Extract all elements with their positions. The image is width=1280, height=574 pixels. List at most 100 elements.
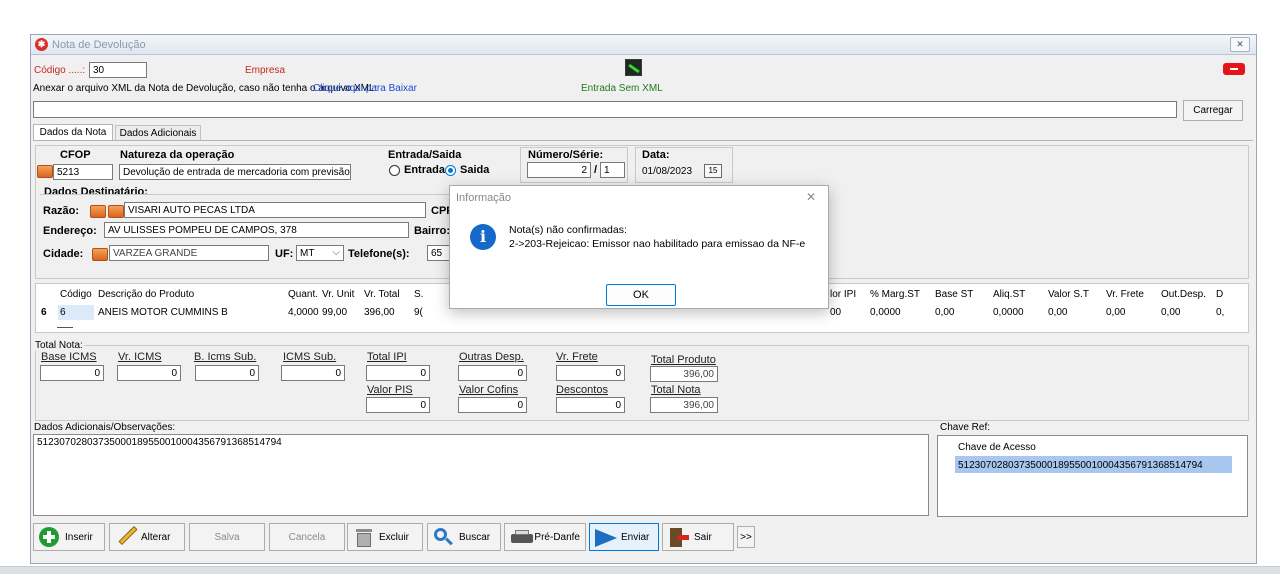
tab-dados-da-nota[interactable]: Dados da Nota	[33, 124, 113, 141]
serie-field[interactable]: 1	[600, 162, 625, 178]
cidade-lookup-icon[interactable]	[92, 248, 108, 261]
table-cell[interactable]: 0,0000	[993, 307, 1024, 318]
table-cell[interactable]: 00	[830, 307, 841, 318]
data-label: Data:	[642, 149, 670, 161]
valor-pis-field[interactable]: 0	[366, 397, 430, 413]
entrada-option-label[interactable]: Entrada	[404, 164, 445, 176]
entrada-sem-xml-icon[interactable]	[625, 59, 642, 76]
bairro-label: Bairro:	[414, 225, 451, 237]
carregar-button[interactable]: Carregar	[1183, 100, 1243, 121]
more-button[interactable]: >>	[737, 526, 755, 548]
endereco-label: Endereço:	[43, 225, 97, 237]
total-ipi-field[interactable]: 0	[366, 365, 430, 381]
exit-red-icon[interactable]	[1223, 63, 1245, 75]
natureza-field[interactable]: Devolução de entrada de mercadoria com p…	[119, 164, 351, 180]
table-cell[interactable]: 4,0000	[288, 307, 319, 318]
inserir-label: Inserir	[65, 531, 93, 543]
icms-sub-field[interactable]: 0	[281, 365, 345, 381]
chave-acesso-header[interactable]: Chave de Acesso	[958, 442, 1036, 453]
app-icon: ✱	[35, 38, 48, 51]
col-vr-frete[interactable]: Vr. Frete	[1106, 289, 1144, 300]
col-out-desp[interactable]: Out.Desp.	[1161, 289, 1206, 300]
base-icms-field[interactable]: 0	[40, 365, 104, 381]
razao-lookup-icon-2[interactable]	[108, 205, 124, 218]
valor-pis-label: Valor PIS	[367, 384, 413, 396]
salva-button[interactable]: Salva	[189, 523, 265, 551]
table-cell[interactable]: 0,00	[935, 307, 954, 318]
cfop-label: CFOP	[60, 149, 91, 161]
dialog-close-icon[interactable]: ✕	[806, 190, 816, 204]
col-codigo[interactable]: Código	[60, 289, 92, 300]
tab-strip-line	[33, 140, 1253, 141]
data-field[interactable]: 01/08/2023	[642, 166, 692, 177]
info-dialog: Informação ✕ i Nota(s) não confirmadas: …	[449, 185, 829, 309]
col-valor-st[interactable]: Valor S.T	[1048, 289, 1089, 300]
uf-select[interactable]: MT ⌵	[296, 245, 344, 261]
table-cell[interactable]: 99,00	[322, 307, 347, 318]
col-marg-st[interactable]: % Marg.ST	[870, 289, 920, 300]
col-d[interactable]: D	[1216, 289, 1223, 300]
numero-field[interactable]: 2	[527, 162, 591, 178]
table-cell[interactable]: 9(	[414, 307, 423, 318]
buscar-button[interactable]: Buscar	[427, 523, 501, 551]
b-icms-sub-label: B. Icms Sub.	[194, 351, 257, 363]
desktop-bottom	[0, 566, 1280, 574]
vr-icms-label: Vr. ICMS	[118, 351, 162, 363]
col-vr-unit[interactable]: Vr. Unit	[322, 289, 354, 300]
valor-cofins-field[interactable]: 0	[458, 397, 527, 413]
table-cell[interactable]: 0,00	[1161, 307, 1180, 318]
destinatario-section-label: Dados Destinatário:	[44, 186, 148, 198]
table-cell[interactable]: ANEIS MOTOR CUMMINS B	[98, 307, 228, 318]
descontos-field[interactable]: 0	[556, 397, 625, 413]
inserir-button[interactable]: Inserir	[33, 523, 105, 551]
window-close-button[interactable]: ✕	[1230, 37, 1250, 52]
saida-option-label[interactable]: Saida	[460, 164, 489, 176]
tab-dados-adicionais[interactable]: Dados Adicionais	[115, 125, 201, 141]
alterar-button[interactable]: Alterar	[109, 523, 185, 551]
plus-circle-icon	[39, 527, 61, 547]
table-cell[interactable]: 6	[60, 307, 66, 318]
endereco-field[interactable]: AV ULISSES POMPEU DE CAMPOS, 378	[104, 222, 409, 238]
table-cell[interactable]: 396,00	[364, 307, 395, 318]
col-valor-ipi[interactable]: lor IPI	[830, 289, 856, 300]
saida-radio[interactable]	[445, 165, 456, 176]
cfop-field[interactable]: 5213	[53, 164, 113, 180]
col-aliq-st[interactable]: Aliq.ST	[993, 289, 1025, 300]
excluir-button[interactable]: Excluir	[347, 523, 423, 551]
total-nota-label: Total Nota	[651, 384, 701, 396]
col-base-st[interactable]: Base ST	[935, 289, 973, 300]
outras-desp-field[interactable]: 0	[458, 365, 527, 381]
table-cell[interactable]: 0,0000	[870, 307, 901, 318]
col-quant[interactable]: Quant.	[288, 289, 318, 300]
col-s[interactable]: S.	[414, 289, 423, 300]
telefone-label: Telefone(s):	[348, 248, 410, 260]
cidade-label: Cidade:	[43, 248, 84, 260]
sair-button[interactable]: Sair	[662, 523, 734, 551]
table-cell[interactable]: 0,00	[1048, 307, 1067, 318]
cfop-lookup-icon[interactable]	[37, 165, 53, 178]
xml-path-field[interactable]	[33, 101, 1177, 118]
calendar-icon[interactable]: 15	[704, 164, 722, 178]
razao-field[interactable]: VISARI AUTO PECAS LTDA	[124, 202, 426, 218]
chave-acesso-value[interactable]: 5123070280373500018955001000435679136851…	[958, 460, 1203, 471]
entrada-radio[interactable]	[389, 165, 400, 176]
b-icms-sub-field[interactable]: 0	[195, 365, 259, 381]
table-cell[interactable]: 0,00	[1106, 307, 1125, 318]
dialog-title: Informação	[456, 192, 512, 204]
cancela-button[interactable]: Cancela	[269, 523, 345, 551]
pre-danfe-button[interactable]: Pré-Danfe	[504, 523, 586, 551]
entrada-sem-xml-label[interactable]: Entrada Sem XML	[581, 83, 663, 94]
razao-lookup-icon[interactable]	[90, 205, 106, 218]
table-cell[interactable]: 0,	[1216, 307, 1224, 318]
col-vr-total[interactable]: Vr. Total	[364, 289, 400, 300]
enviar-button[interactable]: Enviar	[589, 523, 659, 551]
send-arrow-icon	[595, 527, 617, 547]
vr-frete-field[interactable]: 0	[556, 365, 625, 381]
adicionais-textarea[interactable]: 5123070280373500018955001000435679136851…	[33, 434, 929, 516]
col-descricao[interactable]: Descrição do Produto	[98, 289, 194, 300]
cidade-field[interactable]: VARZEA GRANDE	[109, 245, 269, 261]
download-link[interactable]: Clique aqui para Baixar	[313, 83, 417, 94]
codigo-field[interactable]: 30	[89, 62, 147, 78]
ok-button[interactable]: OK	[606, 284, 676, 306]
vr-icms-field[interactable]: 0	[117, 365, 181, 381]
